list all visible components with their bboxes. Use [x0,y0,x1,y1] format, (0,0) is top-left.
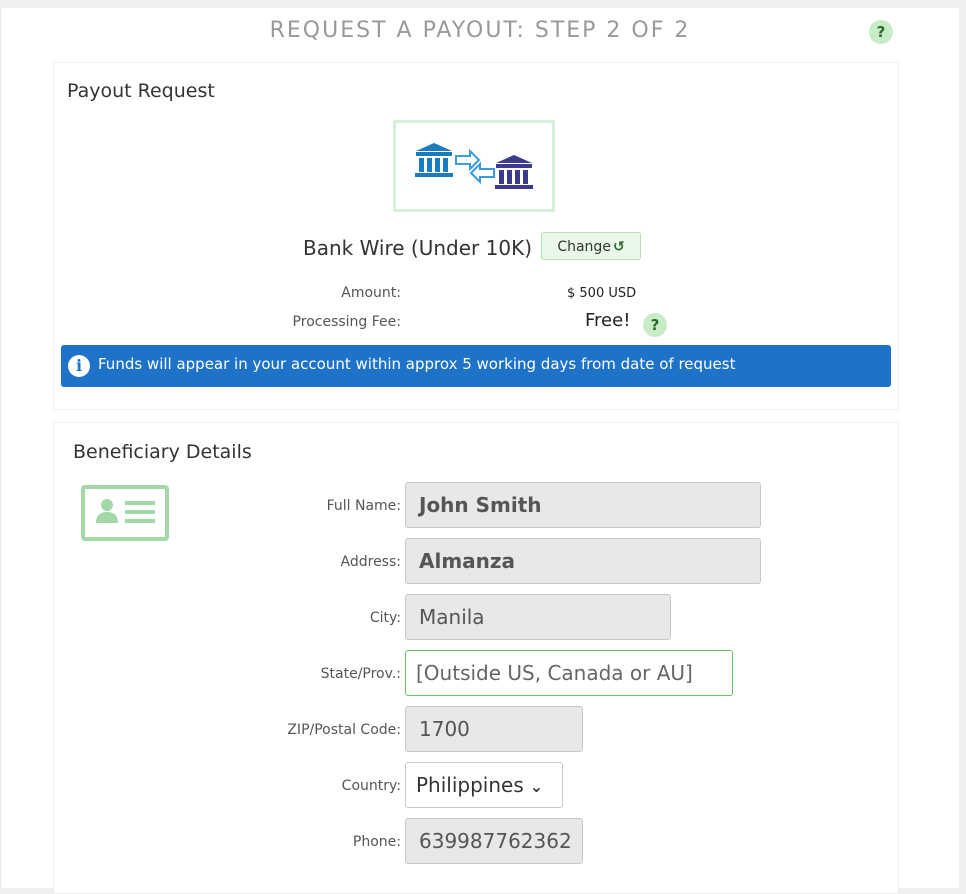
city-field[interactable]: Manila [405,594,671,640]
amount-value: $ 500 USD [567,286,637,301]
address-field[interactable]: Almanza [405,538,761,584]
payout-method-label: Bank Wire (Under 10K) [303,236,532,260]
state-field[interactable]: [Outside US, Canada or AU] [405,650,733,696]
bank-transfer-icon [393,120,555,212]
fee-help-icon[interactable]: ? [643,313,667,337]
info-icon: i [68,355,90,377]
fee-label: Processing Fee: [292,314,401,330]
phone-field[interactable]: 639987762362 [405,818,583,864]
chevron-down-icon: ⌄ [529,777,544,796]
zip-field[interactable]: 1700 [405,706,583,752]
payout-request-title: Payout Request [67,80,215,102]
full-name-field[interactable]: John Smith [405,482,761,528]
country-label: Country: [341,778,401,794]
help-icon[interactable]: ? [869,20,893,44]
address-label: Address: [340,554,401,570]
change-method-button[interactable]: Change ↺ [541,232,641,260]
state-label: State/Prov.: [320,666,401,682]
change-button-label: Change [557,239,611,255]
amount-label: Amount: [341,285,401,301]
info-text: Funds will appear in your account within… [98,355,736,373]
refresh-icon: ↺ [612,239,625,255]
country-select[interactable]: Philippines ⌄ [405,762,563,808]
country-value: Philippines [416,773,524,797]
zip-label: ZIP/Postal Code: [287,722,401,738]
payout-panel: REQUEST A PAYOUT: STEP 2 OF 2 ? Payout R… [0,8,959,894]
page-title: REQUEST A PAYOUT: STEP 2 OF 2 [269,18,691,43]
beneficiary-title: Beneficiary Details [73,441,252,463]
info-banner: i Funds will appear in your account with… [61,345,891,387]
city-label: City: [369,610,401,626]
fee-value: Free! [585,310,631,331]
phone-label: Phone: [352,834,401,850]
full-name-label: Full Name: [326,498,401,514]
